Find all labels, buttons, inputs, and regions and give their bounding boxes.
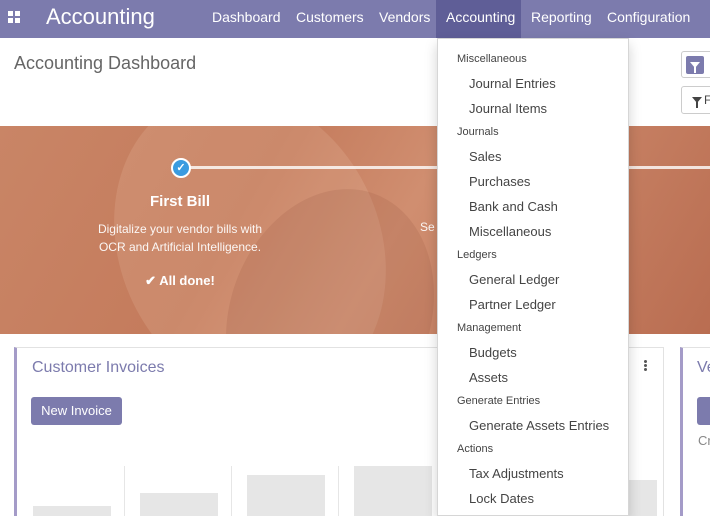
- menu-item-journal-entries[interactable]: Journal Entries: [469, 76, 556, 91]
- menu-item-journal-items[interactable]: Journal Items: [469, 101, 547, 116]
- app-brand[interactable]: Accounting: [46, 4, 155, 30]
- vendor-bills-card: Ve U: [680, 347, 710, 516]
- menu-item-sales[interactable]: Sales: [469, 149, 502, 164]
- top-navbar: Accounting Dashboard Customers Vendors A…: [0, 0, 710, 38]
- menu-item-miscellaneous[interactable]: Miscellaneous: [469, 224, 551, 239]
- card-title[interactable]: Customer Invoices: [32, 359, 165, 377]
- menu-item-tax-adjustments[interactable]: Tax Adjustments: [469, 466, 564, 481]
- filters-dropdown-button[interactable]: F: [681, 86, 710, 114]
- menu-item-purchases[interactable]: Purchases: [469, 174, 530, 189]
- menu-section-header: Management: [457, 322, 522, 334]
- chart-bar: [140, 493, 218, 516]
- step-complete-check-icon: ✓: [171, 158, 191, 178]
- step-description-line: Digitalize your vendor bills with: [97, 222, 263, 236]
- chart-bar: [354, 466, 432, 516]
- new-invoice-button[interactable]: New Invoice: [31, 397, 122, 425]
- upload-button[interactable]: U: [697, 397, 710, 425]
- chart-bar: [247, 475, 325, 516]
- nav-vendors[interactable]: Vendors: [379, 0, 430, 38]
- menu-item-lock-dates[interactable]: Lock Dates: [469, 491, 534, 506]
- filter-icon: [690, 62, 700, 73]
- filters-label: F: [704, 93, 710, 107]
- nav-configuration[interactable]: Configuration: [607, 0, 690, 38]
- step-description-line: OCR and Artificial Intelligence.: [98, 240, 262, 254]
- app-grid-icon[interactable]: [8, 11, 20, 23]
- menu-item-generate-assets-entries[interactable]: Generate Assets Entries: [469, 418, 609, 433]
- card-options-kebab-icon[interactable]: [644, 360, 648, 372]
- filter-icon: [692, 97, 702, 108]
- step-description: Digitalize your vendor bills with OCR an…: [80, 220, 280, 256]
- nav-customers[interactable]: Customers: [296, 0, 364, 38]
- step-status-all-done: ✔ All done!: [145, 273, 215, 288]
- accounting-dropdown-menu: Miscellaneous Journal Entries Journal It…: [437, 38, 629, 516]
- nav-reporting[interactable]: Reporting: [531, 0, 592, 38]
- menu-item-bank-and-cash[interactable]: Bank and Cash: [469, 199, 558, 214]
- menu-section-header: Generate Entries: [457, 395, 541, 407]
- chart-bar: [33, 506, 111, 516]
- menu-item-budgets[interactable]: Budgets: [469, 345, 517, 360]
- page-title: Accounting Dashboard: [14, 53, 197, 73]
- chart-separator: [124, 466, 125, 516]
- chart-separator: [231, 466, 232, 516]
- vendor-card-subtitle: Cr: [698, 433, 710, 448]
- nav-accounting[interactable]: Accounting: [436, 0, 521, 38]
- filter-toggle-button[interactable]: [681, 51, 710, 78]
- nav-dashboard[interactable]: Dashboard: [212, 0, 281, 38]
- filter-icon-box: [686, 56, 704, 74]
- menu-section-header: Journals: [457, 126, 499, 138]
- menu-item-general-ledger[interactable]: General Ledger: [469, 272, 559, 287]
- menu-section-header: Ledgers: [457, 249, 497, 261]
- chart-separator: [338, 466, 339, 516]
- step-title-first-bill[interactable]: First Bill: [80, 193, 280, 210]
- card-title[interactable]: Ve: [697, 359, 710, 377]
- menu-section-header: Miscellaneous: [457, 53, 527, 65]
- step2-description: Se: [420, 220, 435, 234]
- menu-section-header: Actions: [457, 443, 494, 455]
- app-root: Accounting Dashboard Customers Vendors A…: [0, 0, 710, 516]
- menu-item-assets[interactable]: Assets: [469, 370, 508, 385]
- chart-bar: [625, 480, 657, 516]
- menu-item-partner-ledger[interactable]: Partner Ledger: [469, 297, 556, 312]
